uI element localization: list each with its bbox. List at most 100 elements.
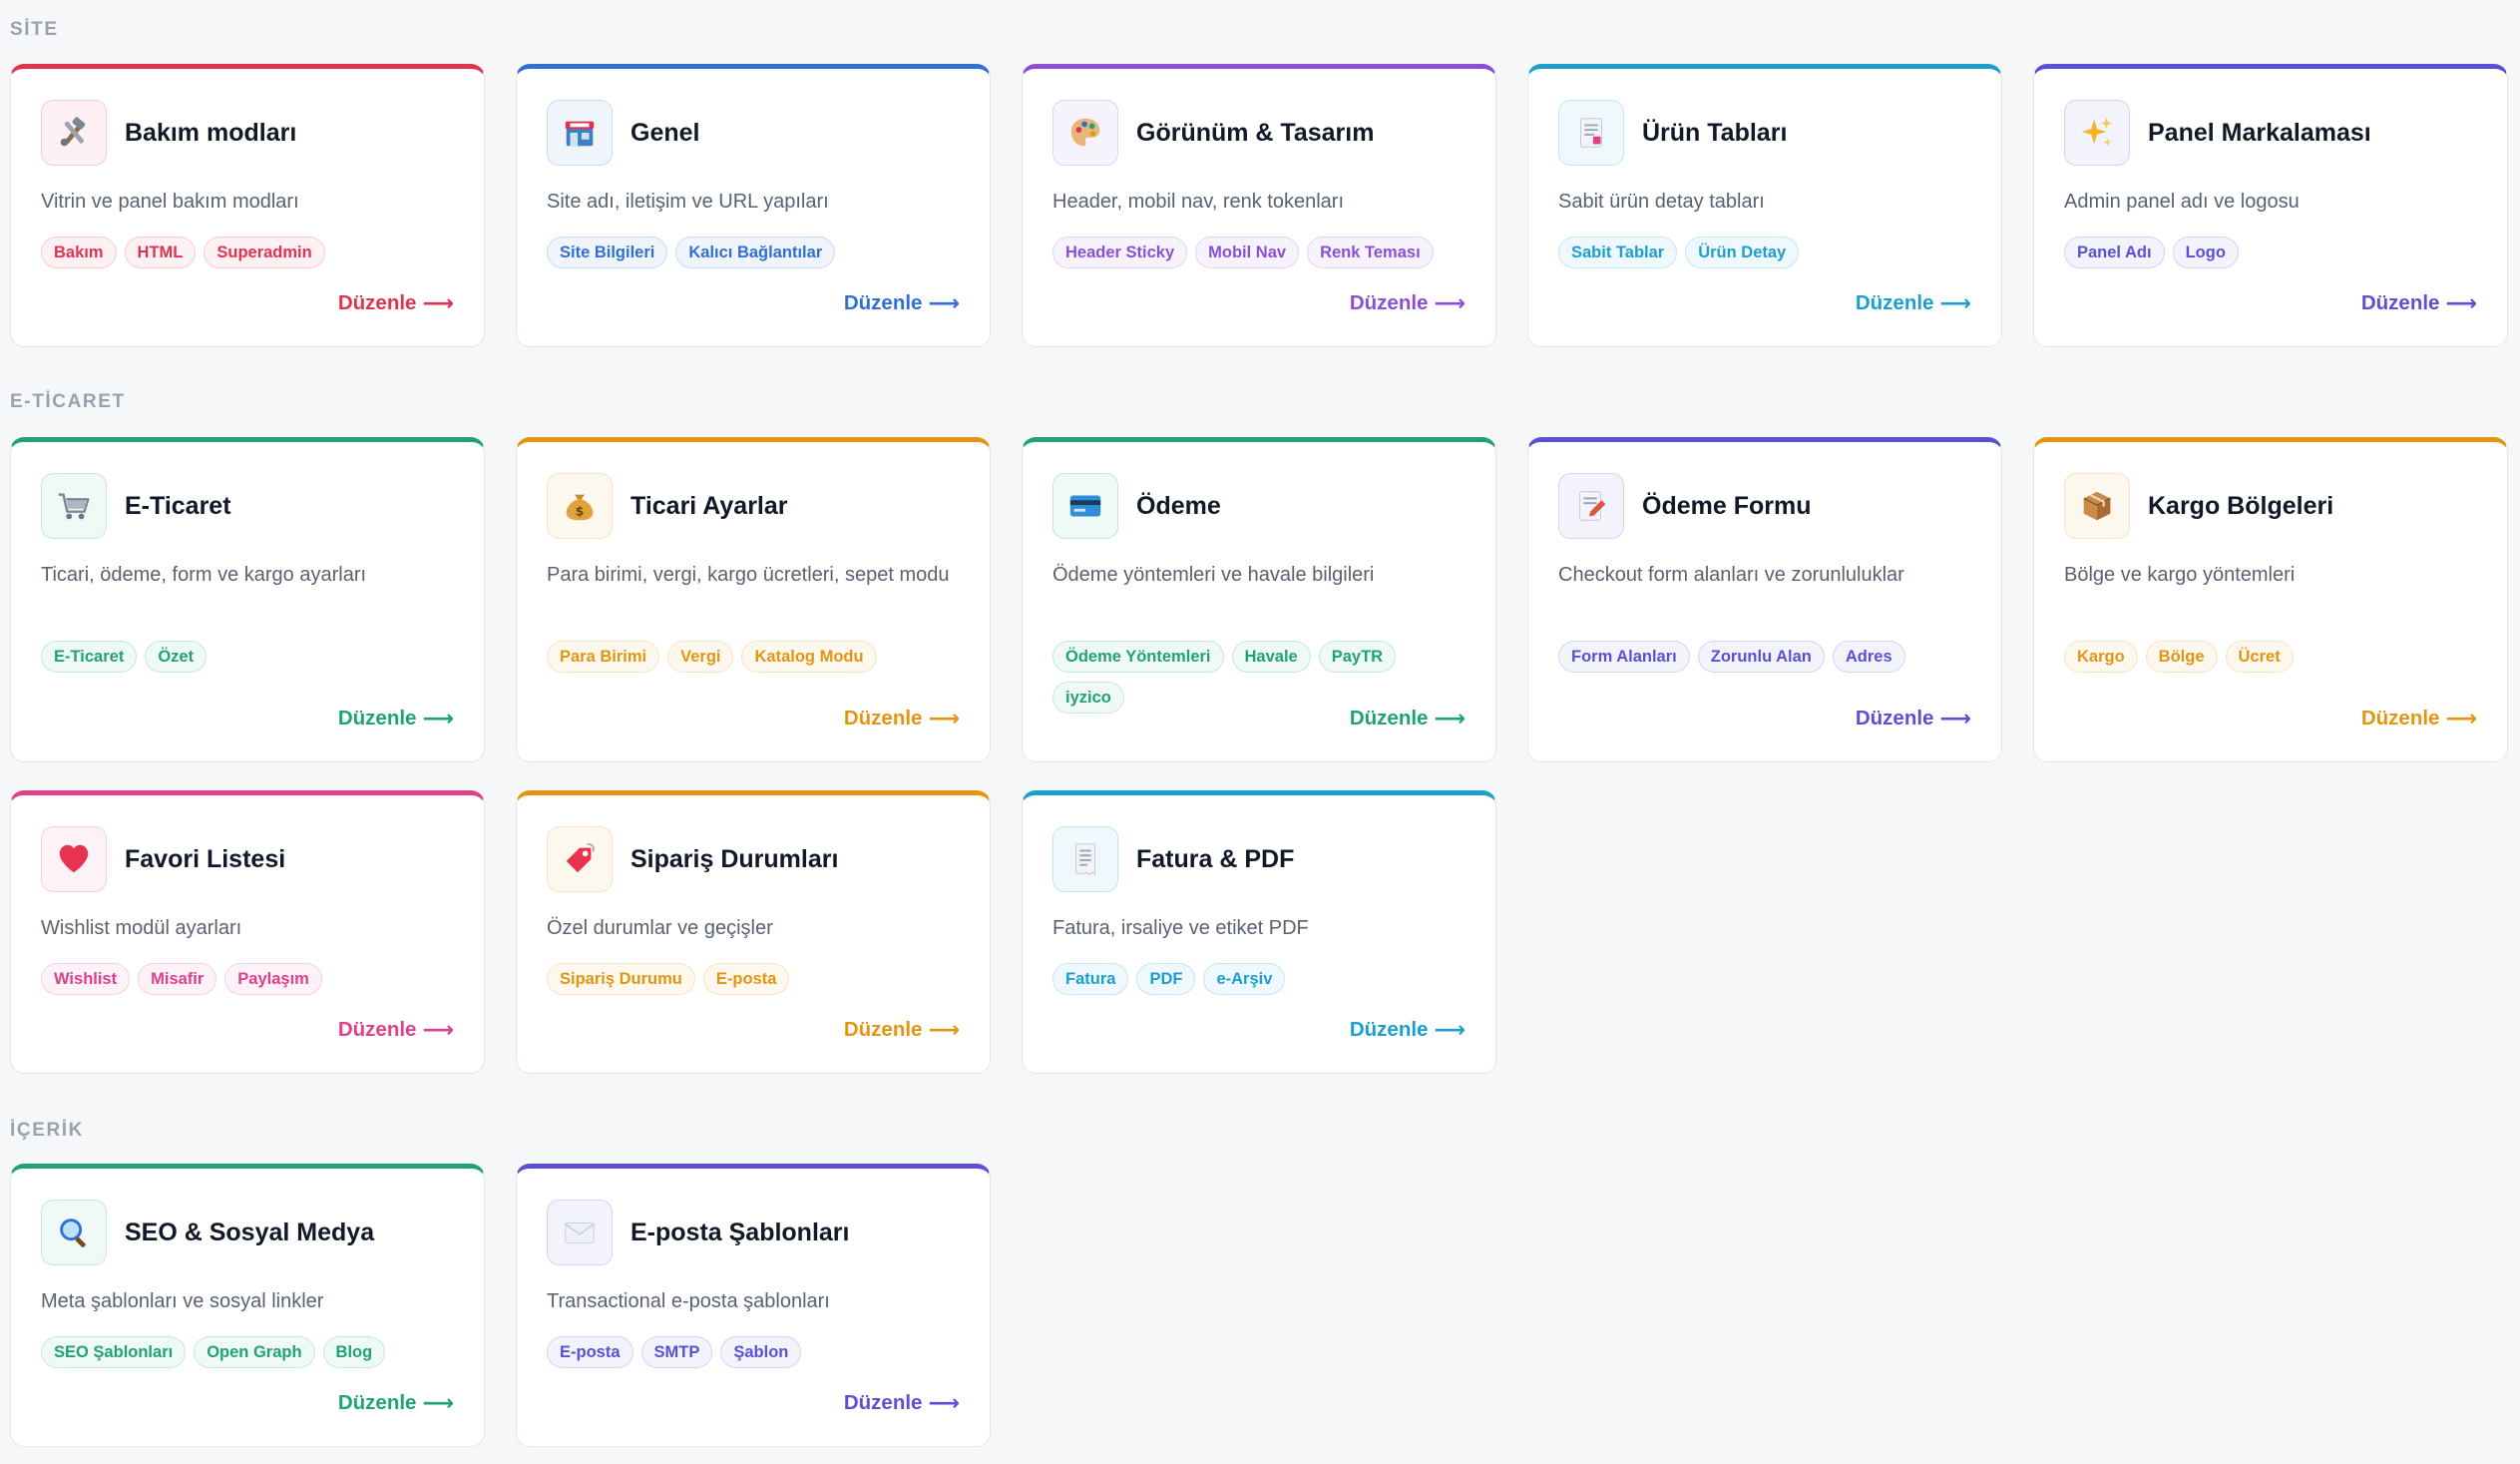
card-title: SEO & Sosyal Medya [125,1218,375,1246]
edit-link[interactable]: Düzenle ⟶ [844,1390,960,1416]
arrow-right-icon: ⟶ [1434,290,1466,315]
edit-label: Düzenle [1349,1018,1429,1041]
tag-list: Sabit Tablar Ürün Detay [1558,237,1977,268]
tag-list: E-Ticaret Özet [41,641,460,673]
tag-list: Sipariş Durumu E-posta [547,963,966,995]
tag-chip: Şablon [720,1336,802,1368]
card-description: Checkout form alanları ve zorunluluklar [1558,564,1904,586]
settings-card: Ödeme Ödeme yöntemleri ve havale bilgile… [1022,437,1496,762]
label-tag-icon [547,826,613,892]
cart-icon [41,473,107,539]
tag-chip: E-posta [547,1336,633,1368]
edit-link[interactable]: Düzenle ⟶ [1350,1017,1466,1043]
edit-link[interactable]: Düzenle ⟶ [844,290,960,316]
edit-label: Düzenle [843,1018,923,1041]
envelope-icon [547,1200,613,1265]
card-header: Ödeme [1052,472,1466,540]
card-header: Sipariş Durumları [547,825,960,893]
card-title: Ödeme [1136,491,1221,520]
edit-label: Düzenle [2360,291,2440,314]
tag-chip: iyzico [1052,682,1124,714]
tag-chip: Mobil Nav [1195,237,1300,268]
card-title: Ödeme Formu [1642,491,1812,520]
edit-link[interactable]: Düzenle ⟶ [844,706,960,732]
arrow-right-icon: ⟶ [422,1017,454,1042]
arrow-right-icon: ⟶ [1434,706,1466,731]
edit-label: Düzenle [337,1018,417,1041]
tag-chip: Adres [1832,641,1905,673]
edit-link[interactable]: Düzenle ⟶ [338,290,454,316]
tag-chip: Sipariş Durumu [547,963,695,995]
tag-list: SEO Şablonları Open Graph Blog [41,1336,460,1368]
card-title: E-Ticaret [125,491,231,520]
card-title: E-posta Şablonları [630,1218,850,1246]
settings-card: SEO & Sosyal Medya Meta şablonları ve so… [10,1164,485,1447]
card-header: E-Ticaret [41,472,454,540]
card-description: Özel durumlar ve geçişler [547,917,773,939]
tag-chip: Open Graph [194,1336,315,1368]
arrow-right-icon: ⟶ [1939,706,1971,731]
settings-card: Görünüm & Tasarım Header, mobil nav, ren… [1022,64,1496,347]
magnifier-icon [41,1200,107,1265]
package-icon [2064,473,2130,539]
tag-chip: Superadmin [204,237,325,268]
tag-chip: Zorunlu Alan [1697,641,1825,673]
card-description: Sabit ürün detay tabları [1558,191,1765,213]
arrow-right-icon: ⟶ [928,706,960,731]
tag-chip: PayTR [1318,641,1397,673]
tag-chip: Renk Teması [1307,237,1434,268]
arrow-right-icon: ⟶ [928,290,960,315]
card-title: Ürün Tabları [1642,118,1788,147]
tag-chip: Wishlist [41,963,131,995]
arrow-right-icon: ⟶ [422,1390,454,1415]
edit-link[interactable]: Düzenle ⟶ [1856,290,1971,316]
card-description: Fatura, irsaliye ve etiket PDF [1052,917,1309,939]
edit-label: Düzenle [843,1391,923,1414]
tag-chip: HTML [124,237,197,268]
card-title: Görünüm & Tasarım [1136,118,1375,147]
tag-chip: E-posta [702,963,790,995]
card-description: Meta şablonları ve sosyal linkler [41,1290,324,1312]
settings-card: Fatura & PDF Fatura, irsaliye ve etiket … [1022,790,1496,1074]
tag-chip: Sabit Tablar [1558,237,1678,268]
arrow-right-icon: ⟶ [422,290,454,315]
edit-link[interactable]: Düzenle ⟶ [338,706,454,732]
receipt-icon [1052,826,1118,892]
edit-link[interactable]: Düzenle ⟶ [1856,706,1971,732]
card-description: Site adı, iletişim ve URL yapıları [547,191,829,213]
card-description: Transactional e-posta şablonları [547,1290,830,1312]
settings-card: Panel Markalaması Admin panel adı ve log… [2033,64,2508,347]
card-title: Bakım modları [125,118,297,147]
card-header: Bakım modları [41,99,454,167]
arrow-right-icon: ⟶ [1939,290,1971,315]
card-title: Kargo Bölgeleri [2148,491,2334,520]
card-title: Ticari Ayarlar [630,491,788,520]
tag-list: Para Birimi Vergi Katalog Modu [547,641,966,673]
edit-link[interactable]: Düzenle ⟶ [2361,706,2477,732]
edit-link[interactable]: Düzenle ⟶ [844,1017,960,1043]
edit-label: Düzenle [1349,291,1429,314]
edit-link[interactable]: Düzenle ⟶ [2361,290,2477,316]
edit-link[interactable]: Düzenle ⟶ [338,1390,454,1416]
card-header: Ödeme Formu [1558,472,1971,540]
tag-chip: Header Sticky [1052,237,1188,268]
arrow-right-icon: ⟶ [2445,290,2477,315]
edit-link[interactable]: Düzenle ⟶ [1350,706,1466,732]
svg-text:$: $ [576,505,585,519]
edit-label: Düzenle [843,707,923,730]
card-header: SEO & Sosyal Medya [41,1199,454,1266]
card-title: Genel [630,118,700,147]
tag-list: Ödeme Yöntemleri Havale PayTR iyzico [1052,641,1471,714]
edit-link[interactable]: Düzenle ⟶ [1350,290,1466,316]
edit-link[interactable]: Düzenle ⟶ [338,1017,454,1043]
card-header: $ Ticari Ayarlar [547,472,960,540]
edit-label: Düzenle [1349,707,1429,730]
card-header: Ürün Tabları [1558,99,1971,167]
section-title-content: İÇERİK [10,1120,84,1141]
card-description: Para birimi, vergi, kargo ücretleri, sep… [547,564,950,586]
card-description: Ödeme yöntemleri ve havale bilgileri [1052,564,1375,586]
card-description: Wishlist modül ayarları [41,917,242,939]
tag-chip: E-Ticaret [41,641,138,673]
edit-label: Düzenle [337,291,417,314]
tag-list: Site Bilgileri Kalıcı Bağlantılar [547,237,966,268]
